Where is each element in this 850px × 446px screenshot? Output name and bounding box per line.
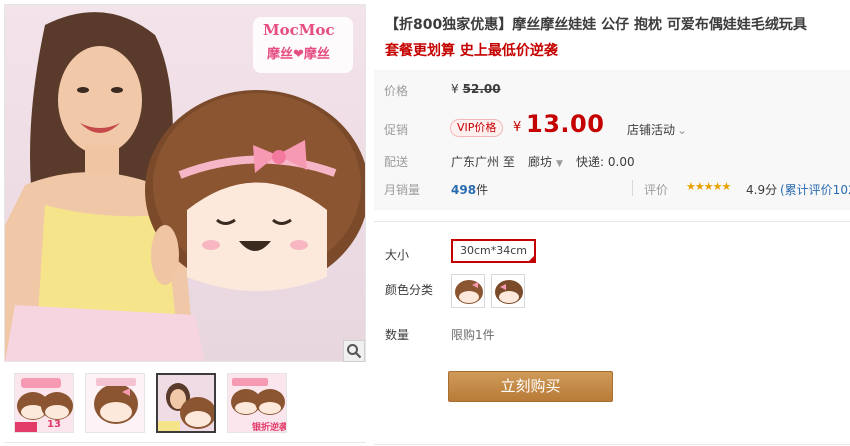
review-count-link[interactable]: (累计评价102	[780, 181, 850, 198]
quantity-label: 数量	[385, 328, 410, 342]
thumb-badge: 13	[47, 419, 61, 430]
list-price: ¥52.00	[451, 82, 501, 96]
list-price-currency: ¥	[451, 82, 459, 96]
shipping-fee-value: 0.00	[607, 155, 635, 169]
brand-logo: MocMoc	[263, 21, 335, 39]
vip-price-tag: VIP价格	[450, 119, 504, 137]
rating-stars: ★★★★★	[686, 180, 731, 193]
rating-score: 4.9分	[746, 183, 778, 197]
promo-price: 13.00	[526, 110, 605, 138]
shop-activity-dropdown[interactable]: 店铺活动 ⌄	[627, 121, 687, 138]
color-option-2[interactable]	[491, 274, 525, 308]
size-option-30x34[interactable]: 30cm*34cm	[451, 239, 536, 263]
monthly-sales-label: 月销量	[384, 183, 421, 197]
price-label: 价格	[384, 84, 409, 98]
ship-to-selector[interactable]: 廊坊 ▼	[528, 153, 563, 170]
gallery-divider	[4, 442, 366, 443]
color-option-1[interactable]	[451, 274, 485, 308]
price-panel: 价格 ¥52.00 促销 VIP价格 ¥ 13.00 店铺活动 ⌄ 配送 广东广州…	[374, 70, 850, 210]
monthly-sales: 498件	[451, 181, 488, 198]
promo-label: 促销	[384, 123, 409, 137]
bottom-divider	[374, 444, 850, 445]
shipping-fee-label: 快递:	[576, 155, 605, 169]
size-label: 大小	[385, 248, 410, 262]
monthly-sales-unit: 件	[476, 183, 489, 197]
ship-from: 广东广州 至	[451, 153, 515, 170]
list-price-value: 52.00	[462, 82, 501, 96]
quantity-limit: 限购1件	[451, 328, 495, 342]
caret-down-icon: ▼	[556, 159, 563, 169]
magnifier-icon	[347, 344, 362, 359]
product-subtitle: 套餐更划算 史上最低价逆袭	[385, 43, 558, 59]
color-label: 颜色分类	[385, 283, 434, 297]
selected-check-icon	[527, 254, 536, 263]
product-title: 【折800独家优惠】摩丝摩丝娃娃 公仔 抱枕 可爱布偶娃娃毛绒玩具	[385, 17, 807, 33]
ship-to-city: 廊坊	[528, 155, 553, 169]
sales-divider	[632, 180, 633, 196]
buy-now-button[interactable]: 立刻购买	[448, 371, 613, 402]
review-label: 评价	[644, 183, 669, 197]
thumbnail-1[interactable]: 13	[14, 373, 74, 433]
thumbnail-4[interactable]: 银折逆袭	[227, 373, 287, 433]
chevron-down-icon: ⌄	[677, 123, 688, 137]
section-divider	[374, 221, 850, 222]
ship-from-city: 广东广州	[451, 155, 500, 169]
thumbnail-2[interactable]	[85, 373, 145, 433]
zoom-button[interactable]	[343, 340, 365, 362]
shop-activity-label: 店铺活动	[627, 123, 676, 137]
thumb-badge: 银折逆袭	[252, 423, 287, 433]
ship-to-word: 至	[502, 155, 515, 169]
monthly-sales-count: 498	[451, 183, 477, 197]
thumbnail-3[interactable]	[156, 373, 216, 433]
main-product-image[interactable]: MocMoc 摩丝❤摩丝	[4, 4, 366, 362]
brand-cn-text: 摩丝❤摩丝	[267, 47, 330, 62]
promo-currency: ¥	[513, 120, 522, 135]
shipping-fee: 快递: 0.00	[576, 153, 635, 170]
shipping-label: 配送	[384, 155, 409, 169]
size-option-label: 30cm*34cm	[459, 244, 528, 257]
